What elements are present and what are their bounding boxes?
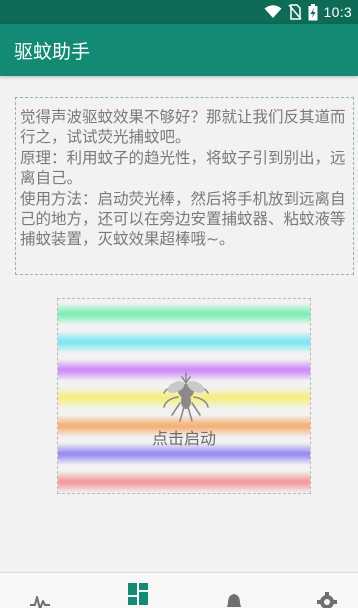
gear-icon <box>317 592 337 608</box>
start-label: 点击启动 <box>151 429 216 448</box>
nav-item-settings[interactable] <box>292 573 358 608</box>
start-glow-button[interactable]: 点击启动 <box>57 298 311 494</box>
bottom-navigation <box>0 572 358 608</box>
app-toolbar: 驱蚊助手 <box>0 24 358 76</box>
description-intro: 觉得声波驱蚊效果不够好？那就让我们反其道而行之，试试荧光捕蚊吧。 <box>20 108 346 147</box>
status-bar: 10:3 <box>0 0 358 24</box>
battery-charging-icon <box>308 3 318 20</box>
bell-icon <box>227 594 241 607</box>
mosquito-icon <box>163 372 209 422</box>
grid-icon <box>128 583 148 605</box>
status-time: 10:3 <box>323 4 352 20</box>
description-text: 觉得声波驱蚊效果不够好？那就让我们反其道而行之，试试荧光捕蚊吧。 原理：利用蚊子… <box>20 107 349 250</box>
nav-item-alarm[interactable] <box>199 573 269 608</box>
glow-stripe <box>58 471 310 493</box>
nav-item-glow[interactable] <box>103 573 173 608</box>
glow-stripe <box>58 303 310 325</box>
waveform-icon <box>30 596 50 608</box>
glow-stripe <box>58 331 310 353</box>
nav-item-sound[interactable] <box>5 573 75 608</box>
description-principle: 原理：利用蚊子的趋光性，将蚊子引到别出，远离自己。 <box>20 148 346 188</box>
app-title: 驱蚊助手 <box>14 40 91 63</box>
description-card: 觉得声波驱蚊效果不够好？那就让我们反其道而行之，试试荧光捕蚊吧。 原理：利用蚊子… <box>15 97 354 275</box>
wifi-icon <box>264 5 282 18</box>
description-usage: 使用方法：启动荧光棒，然后将手机放到远离自己的地方，还可以在旁边安置捕蚊器、粘蚊… <box>20 189 346 249</box>
no-sim-icon <box>287 4 302 20</box>
